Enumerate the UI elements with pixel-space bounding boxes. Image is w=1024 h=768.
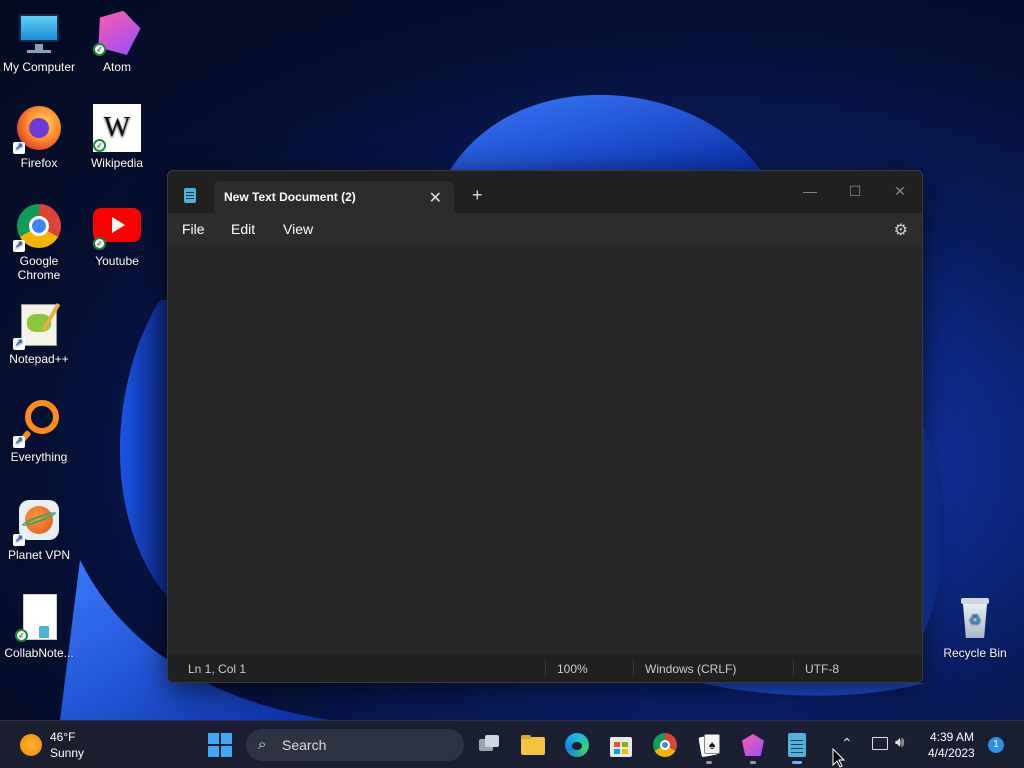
task-view-icon[interactable] xyxy=(477,733,501,757)
sync-check-icon: ✓ xyxy=(93,43,106,56)
desktop-icon-planet-vpn[interactable]: ↗ Planet VPN xyxy=(0,496,78,562)
notification-badge[interactable]: 1 xyxy=(988,737,1004,753)
text-editor[interactable] xyxy=(168,245,922,656)
desktop-icon-label: Google Chrome xyxy=(17,254,61,282)
desktop-icon-label: Wikipedia xyxy=(90,156,144,170)
sync-check-icon: ✓ xyxy=(93,139,106,152)
solitaire-icon[interactable]: ♠ xyxy=(697,733,721,764)
status-divider xyxy=(633,660,634,676)
notepad-window[interactable]: New Text Document (2) ✕ + — ☐ ✕ File Edi… xyxy=(167,170,923,683)
text-file-icon: ✓ xyxy=(15,594,63,642)
desktop-icon-atom[interactable]: ✓ Atom xyxy=(78,8,156,74)
chrome-taskbar-icon[interactable] xyxy=(653,733,677,757)
weather-condition[interactable]: Sunny xyxy=(50,746,84,760)
desktop-icon-label: Everything xyxy=(10,450,68,464)
desktop-icon-label: Notepad++ xyxy=(9,352,69,366)
weather-temperature[interactable]: 46°F xyxy=(50,730,75,744)
file-explorer-icon[interactable] xyxy=(521,733,545,757)
firefox-icon: ↗ xyxy=(13,104,63,154)
desktop-icon-everything[interactable]: ↗ Everything xyxy=(0,398,78,464)
desktop-icon-my-computer[interactable]: My Computer xyxy=(0,8,78,74)
volume-icon[interactable]: 🔊︎ xyxy=(895,734,904,751)
atom-gem-icon: ✓ xyxy=(93,8,141,56)
microsoft-store-icon[interactable] xyxy=(609,733,633,757)
desktop-icon-notepad-plus-plus[interactable]: ↗ Notepad++ xyxy=(0,300,78,366)
network-icon[interactable] xyxy=(872,737,888,750)
desktop-icon-label: Firefox xyxy=(20,156,58,170)
sun-icon[interactable] xyxy=(20,734,42,756)
taskbar-search[interactable]: ⌕ Search xyxy=(246,729,464,761)
status-divider xyxy=(545,660,546,676)
desktop-icon-firefox[interactable]: ↗ Firefox xyxy=(0,104,78,170)
active-indicator xyxy=(792,761,802,764)
new-tab-button[interactable]: + xyxy=(472,185,483,206)
desktop-icon-label: Planet VPN xyxy=(7,548,71,562)
status-divider xyxy=(793,660,794,676)
encoding[interactable]: UTF-8 xyxy=(805,662,839,676)
status-bar: Ln 1, Col 1 100% Windows (CRLF) UTF-8 xyxy=(168,654,922,682)
notepad-plus-plus-icon: ↗ xyxy=(13,300,63,350)
desktop-icon-google-chrome[interactable]: ↗ Google Chrome xyxy=(0,202,78,282)
clock-time[interactable]: 4:39 AM xyxy=(930,730,974,744)
running-indicator xyxy=(750,761,756,764)
notepad-app-icon xyxy=(184,188,196,203)
shortcut-arrow-icon: ↗ xyxy=(13,338,25,350)
close-window-button[interactable]: ✕ xyxy=(885,179,915,203)
line-ending[interactable]: Windows (CRLF) xyxy=(645,662,736,676)
desktop-icon-label: CollabNote... xyxy=(4,646,74,660)
desktop-icon-collabnote[interactable]: ✓ CollabNote... xyxy=(0,594,78,660)
desktop-icon-label: Recycle Bin xyxy=(943,646,1007,660)
minimize-button[interactable]: — xyxy=(795,179,825,203)
desktop-icon-label: My Computer xyxy=(2,60,76,74)
sync-check-icon: ✓ xyxy=(93,237,106,250)
wikipedia-icon: W ✓ xyxy=(93,104,141,152)
atom-taskbar-icon[interactable] xyxy=(741,733,765,764)
chrome-icon: ↗ xyxy=(13,202,63,252)
monitor-icon xyxy=(15,8,63,56)
desktop-icon-youtube[interactable]: ✓ Youtube xyxy=(78,202,156,268)
clock-date[interactable]: 4/4/2023 xyxy=(928,746,975,760)
notepad-taskbar-icon[interactable] xyxy=(785,733,809,764)
zoom-level[interactable]: 100% xyxy=(557,662,588,676)
menu-bar: File Edit View ⚙ xyxy=(168,213,922,245)
title-bar[interactable]: New Text Document (2) ✕ + — ☐ ✕ xyxy=(168,171,922,213)
menu-file[interactable]: File xyxy=(182,221,205,237)
shortcut-arrow-icon: ↗ xyxy=(13,142,25,154)
start-button[interactable] xyxy=(208,733,232,757)
shortcut-arrow-icon: ↗ xyxy=(13,534,25,546)
desktop-icon-recycle-bin[interactable]: ♻ Recycle Bin xyxy=(936,594,1014,660)
mouse-pointer-icon xyxy=(832,748,846,768)
menu-edit[interactable]: Edit xyxy=(231,221,255,237)
shortcut-arrow-icon: ↗ xyxy=(13,240,25,252)
menu-view[interactable]: View xyxy=(283,221,313,237)
maximize-button[interactable]: ☐ xyxy=(840,179,870,203)
shortcut-arrow-icon: ↗ xyxy=(13,436,25,448)
tab-new-text-document[interactable]: New Text Document (2) ✕ xyxy=(214,181,454,213)
edge-icon[interactable] xyxy=(565,733,589,757)
search-label: Search xyxy=(282,737,327,753)
close-tab-icon[interactable]: ✕ xyxy=(429,188,442,208)
taskbar: 46°F Sunny ⌕ Search ♠ ⌃ 🔊︎ 4:39 AM 4/4/2… xyxy=(0,720,1024,768)
planet-vpn-icon: ↗ xyxy=(13,496,63,546)
recycle-bin-icon: ♻ xyxy=(951,594,999,642)
running-indicator xyxy=(706,761,712,764)
tab-title: New Text Document (2) xyxy=(224,190,356,204)
gear-icon[interactable]: ⚙ xyxy=(894,220,908,240)
desktop-icon-label: Atom xyxy=(102,60,131,74)
cursor-position: Ln 1, Col 1 xyxy=(188,662,247,676)
sync-check-icon: ✓ xyxy=(15,629,28,642)
magnifier-icon: ↗ xyxy=(13,398,63,448)
desktop-icon-label: Youtube xyxy=(95,254,139,268)
youtube-icon: ✓ xyxy=(93,202,141,250)
search-icon: ⌕ xyxy=(258,736,267,753)
desktop-icon-wikipedia[interactable]: W ✓ Wikipedia xyxy=(78,104,156,170)
